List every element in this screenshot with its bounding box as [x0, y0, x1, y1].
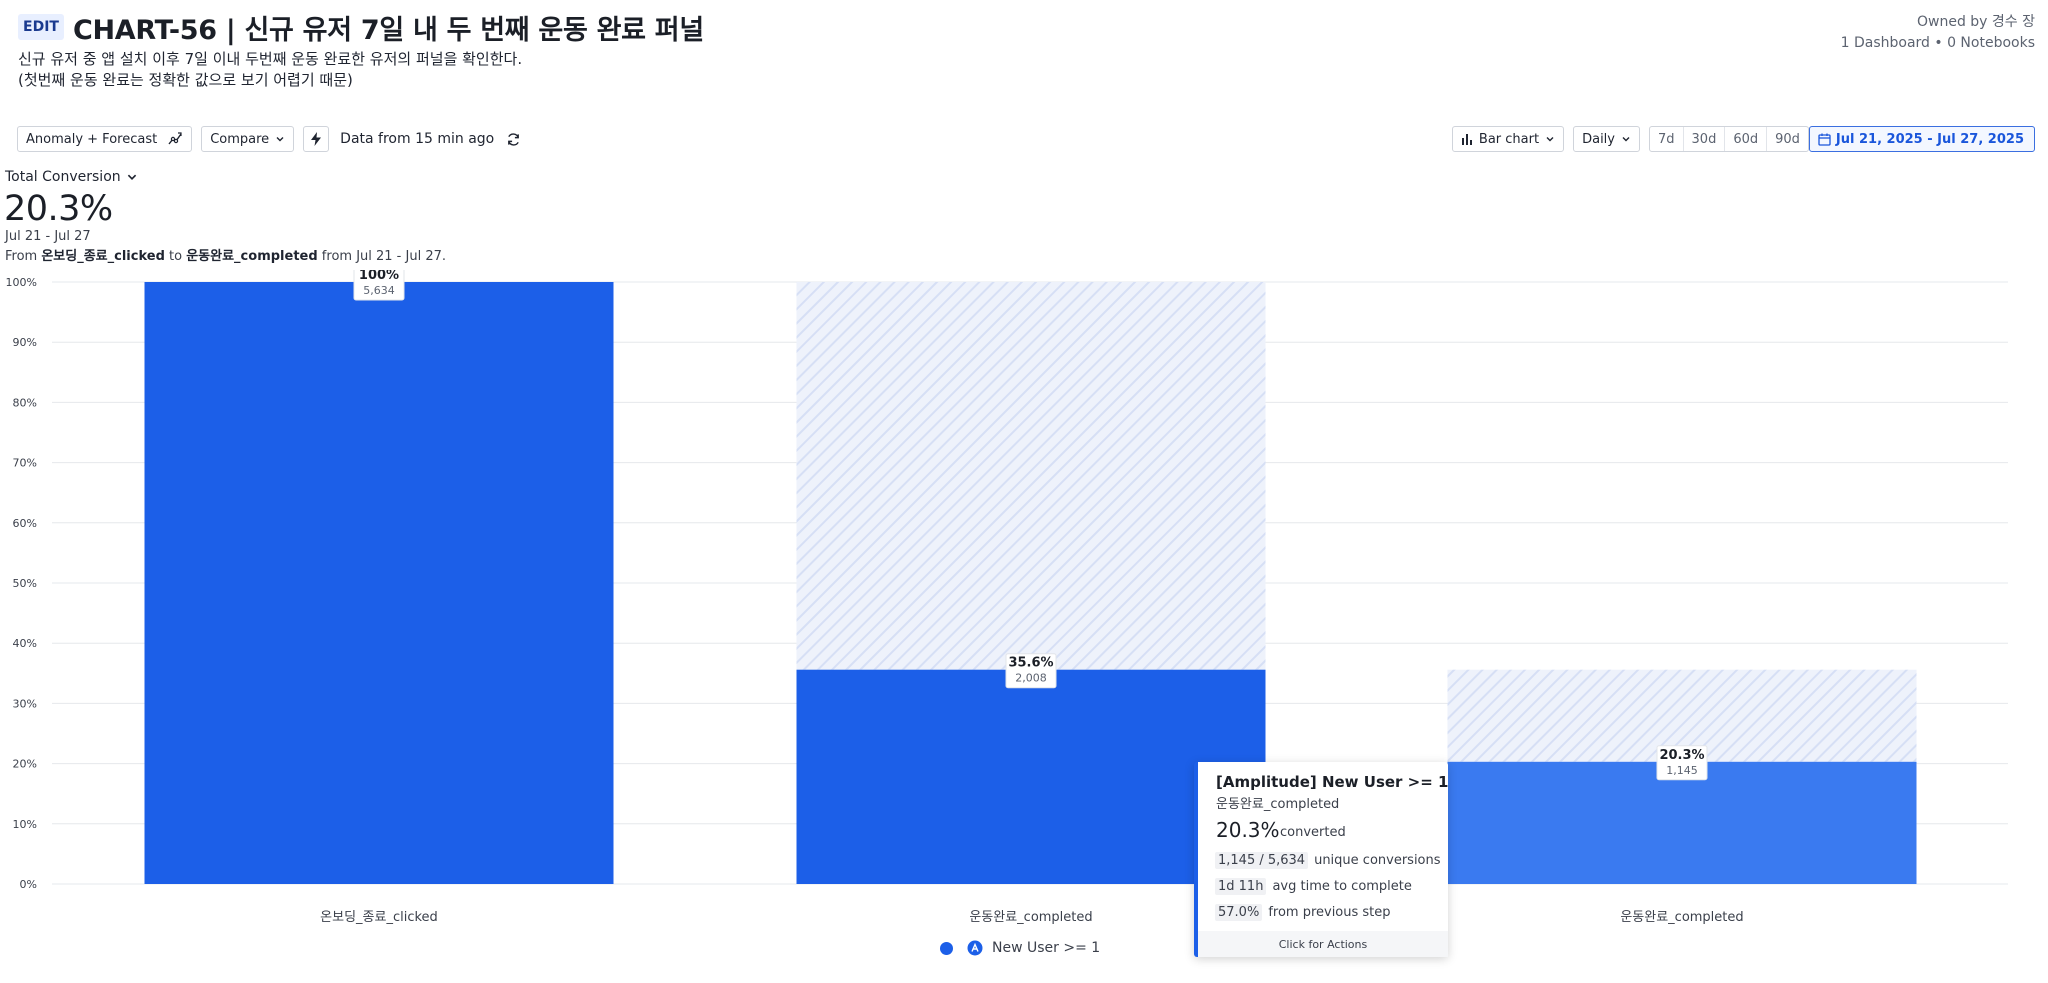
count-label: 1,145	[1666, 764, 1698, 777]
chart-header: EDIT CHART-56 | 신규 유저 7일 내 두 번째 운동 완료 퍼널…	[0, 0, 2048, 120]
to-event: 운동완료_completed	[186, 249, 318, 264]
chevron-down-icon	[1622, 137, 1630, 142]
total-conversion-value: 20.3%	[4, 189, 113, 229]
range-selector: 7d 30d 60d 90d	[1649, 126, 1809, 152]
metric-label: Total Conversion	[5, 169, 121, 185]
lightning-icon	[311, 132, 322, 146]
range-60d[interactable]: 60d	[1725, 127, 1768, 151]
tooltip-row-avg-time: 1d 11h avg time to complete	[1215, 878, 1412, 895]
refresh-button[interactable]	[504, 130, 522, 148]
tooltip-previous-step-label: from previous step	[1268, 905, 1391, 920]
usage-stats[interactable]: 1 Dashboard • 0 Notebooks	[1841, 33, 2035, 54]
y-tick-label: 40%	[13, 637, 37, 650]
edit-button[interactable]: EDIT	[18, 14, 64, 40]
y-tick-label: 90%	[13, 336, 37, 349]
interval-dropdown[interactable]: Daily	[1573, 126, 1640, 152]
tooltip-title: [Amplitude] New User >= 1	[1216, 773, 1449, 791]
chevron-down-icon	[127, 174, 136, 180]
date-range-label: Jul 21, 2025 - Jul 27, 2025	[1835, 131, 2024, 147]
chart-type-dropdown[interactable]: Bar chart	[1451, 126, 1565, 152]
summary-date-range: Jul 21 - Jul 27	[5, 229, 91, 244]
value-label: 35.6%	[1008, 656, 1053, 671]
y-tick-label: 60%	[13, 517, 37, 530]
anomaly-forecast-label: Anomaly + Forecast	[26, 131, 158, 147]
from-prefix: From	[5, 249, 42, 264]
legend-label: New User >= 1	[992, 940, 1101, 956]
y-tick-label: 20%	[13, 758, 37, 771]
range-30d[interactable]: 30d	[1684, 127, 1726, 151]
tooltip-avg-time-label: avg time to complete	[1272, 879, 1412, 894]
calendar-icon	[1818, 133, 1831, 146]
owner-info: Owned by 경수 장 1 Dashboard • 0 Notebooks	[1841, 12, 2035, 54]
range-90d[interactable]: 90d	[1767, 127, 1808, 151]
y-tick-label: 50%	[13, 577, 37, 590]
lightning-button[interactable]	[303, 126, 330, 152]
tooltip-row-conversions: 1,145 / 5,634 unique conversions	[1215, 852, 1441, 869]
y-tick-label: 100%	[6, 276, 37, 289]
chart-type-label: Bar chart	[1478, 131, 1540, 147]
from-suffix: from Jul 21 - Jul 27.	[317, 249, 446, 264]
value-label: 100%	[359, 270, 399, 283]
funnel-bar-chart: 0%10%20%30%40%50%60%70%80%90%100% 100%5,…	[6, 270, 2008, 925]
legend-series-dot[interactable]	[940, 941, 953, 955]
conversion-description: From 온보딩_종료_clicked to 운동완료_completed fr…	[5, 245, 446, 264]
compare-label: Compare	[210, 131, 270, 147]
data-freshness: Data from 15 min ago	[340, 131, 495, 147]
tooltip-step: 운동완료_completed	[1216, 797, 1340, 812]
tooltip-conversions-value: 1,145 / 5,634	[1215, 852, 1309, 869]
forecast-icon	[168, 132, 182, 145]
tooltip-avg-time-value: 1d 11h	[1215, 878, 1267, 895]
user-segment-icon	[967, 940, 983, 956]
y-tick-label: 80%	[13, 396, 37, 409]
value-label: 20.3%	[1659, 748, 1704, 763]
from-event: 온보딩_종료_clicked	[41, 249, 165, 264]
bar-chart-icon	[1461, 134, 1472, 145]
chart-description: 신규 유저 중 앱 설치 이후 7일 이내 두번째 운동 완료한 유저의 퍼널을…	[18, 50, 523, 89]
y-tick-label: 0%	[20, 878, 37, 891]
page-title: CHART-56 | 신규 유저 7일 내 두 번째 운동 완료 퍼널	[73, 15, 704, 46]
conversion-bar[interactable]	[144, 282, 614, 884]
toolbar-left: Anomaly + Forecast Compare Data from 15 …	[17, 126, 522, 152]
chart-legend: New User >= 1	[940, 940, 1100, 956]
y-tick-label: 10%	[13, 818, 37, 831]
tooltip-row-previous-step: 57.0% from previous step	[1215, 904, 1391, 921]
compare-dropdown[interactable]: Compare	[201, 126, 295, 152]
to-word: to	[164, 249, 187, 264]
y-tick-label: 30%	[13, 697, 37, 710]
tooltip-percent-label: converted	[1280, 825, 1346, 840]
count-label: 2,008	[1015, 672, 1047, 685]
tooltip-conversions-label: unique conversions	[1314, 853, 1441, 868]
date-range-picker[interactable]: Jul 21, 2025 - Jul 27, 2025	[1808, 126, 2035, 152]
owner-label[interactable]: Owned by 경수 장	[1841, 12, 2035, 33]
toolbar-right: Bar chart Daily 7d 30d 60d 90d Jul 21, 2…	[1451, 126, 2035, 152]
chevron-down-icon	[1546, 137, 1554, 142]
x-category-label: 운동완료_completed	[1620, 910, 1743, 925]
chevron-down-icon	[276, 137, 284, 142]
metric-dropdown[interactable]: Total Conversion	[5, 169, 138, 185]
tooltip-percent: 20.3%	[1216, 818, 1280, 842]
funnel-tooltip: [Amplitude] New User >= 1 운동완료_completed…	[1194, 762, 1448, 957]
y-tick-label: 70%	[13, 457, 37, 470]
refresh-icon	[507, 132, 519, 146]
tooltip-previous-step-value: 57.0%	[1215, 904, 1263, 921]
x-category-label: 온보딩_종료_clicked	[320, 910, 438, 925]
x-category-label: 운동완료_completed	[969, 910, 1092, 925]
dropoff-bar	[796, 282, 1266, 670]
count-label: 5,634	[363, 284, 395, 297]
interval-label: Daily	[1582, 131, 1615, 147]
range-7d[interactable]: 7d	[1650, 127, 1684, 151]
anomaly-forecast-button[interactable]: Anomaly + Forecast	[17, 126, 193, 152]
click-for-actions[interactable]: Click for Actions	[1198, 931, 1448, 957]
